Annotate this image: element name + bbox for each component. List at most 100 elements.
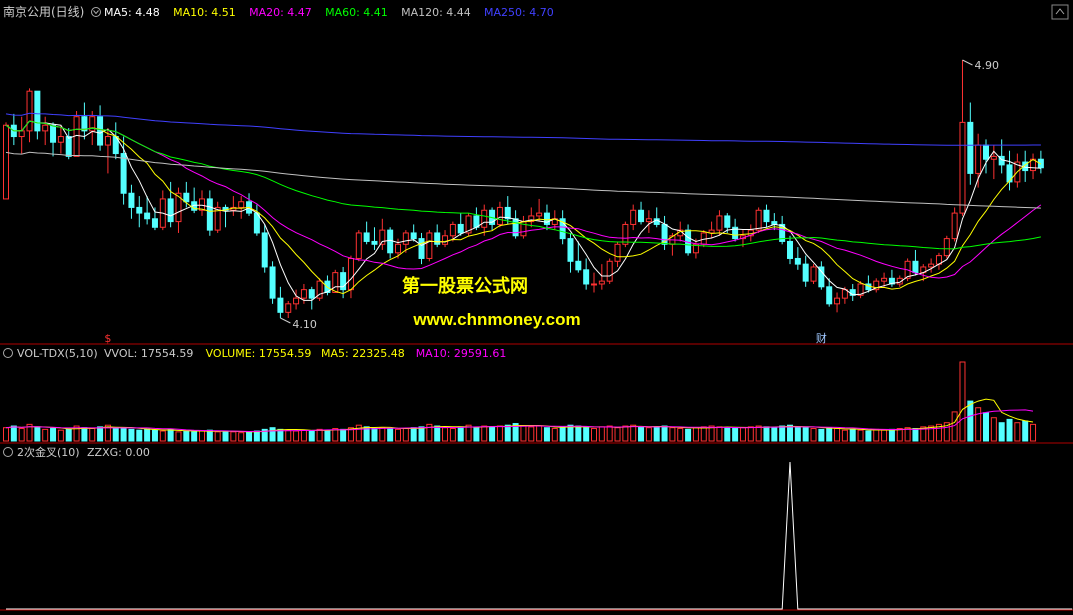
price-panel-title: 南京公用(日线) bbox=[3, 4, 84, 19]
volume-bar bbox=[128, 428, 135, 442]
volume-bar bbox=[669, 427, 676, 442]
volume-bar bbox=[10, 425, 17, 442]
legend-ma20: MA20: 4.47 bbox=[249, 6, 312, 19]
vol-legend-volume: VOLUME: 17554.59 bbox=[206, 347, 312, 360]
volume-bar bbox=[387, 428, 394, 442]
volume-bar bbox=[473, 427, 480, 442]
candle-body bbox=[97, 116, 104, 146]
volume-bar bbox=[199, 430, 205, 442]
volume-bar bbox=[826, 427, 833, 442]
volume-bar bbox=[591, 428, 597, 442]
candle-body bbox=[951, 212, 958, 240]
volume-bar bbox=[630, 424, 637, 442]
volume-bar bbox=[151, 429, 158, 442]
volume-bar bbox=[214, 431, 221, 442]
candle-body bbox=[481, 209, 488, 228]
volume-bar bbox=[873, 428, 880, 442]
volume-bar bbox=[747, 426, 754, 442]
volume-bar bbox=[442, 427, 449, 442]
candle-body bbox=[120, 153, 127, 194]
candle-body bbox=[65, 136, 72, 157]
candle-body bbox=[332, 272, 339, 293]
volume-bar bbox=[379, 427, 386, 442]
volume-bar bbox=[998, 422, 1005, 442]
volume-bar bbox=[120, 428, 127, 442]
candle-body bbox=[395, 243, 401, 254]
volume-bar bbox=[598, 426, 605, 442]
watermark-title: 第一股票公式网 bbox=[402, 275, 528, 297]
candle-body bbox=[975, 144, 982, 174]
volume-bar bbox=[65, 428, 72, 442]
volume-bar bbox=[787, 424, 793, 442]
volume-bar bbox=[700, 426, 707, 442]
volume-bar bbox=[1030, 423, 1037, 442]
candle-body bbox=[881, 277, 888, 282]
volume-bar bbox=[559, 426, 566, 442]
volume-bar bbox=[841, 429, 848, 442]
volume-bar bbox=[410, 427, 417, 442]
volume-bar bbox=[802, 427, 809, 442]
candle-body bbox=[128, 192, 135, 208]
candle-body bbox=[512, 218, 519, 237]
candle bbox=[943, 235, 950, 259]
volume-bar bbox=[794, 426, 801, 442]
candle-body bbox=[167, 198, 174, 223]
volume-bar bbox=[269, 427, 276, 442]
candle bbox=[355, 230, 362, 262]
candle-body bbox=[347, 257, 354, 291]
legend-ma250: MA250: 4.70 bbox=[484, 6, 554, 19]
candle-body bbox=[583, 269, 590, 285]
volume-bar bbox=[739, 427, 746, 442]
candle-body bbox=[418, 238, 425, 259]
volume-bar bbox=[206, 429, 213, 442]
candle-body bbox=[426, 232, 433, 259]
candle-body bbox=[42, 124, 49, 132]
volume-bar bbox=[567, 424, 574, 442]
volume-bar bbox=[34, 426, 41, 442]
volume-bar bbox=[340, 428, 347, 442]
volume-bar bbox=[755, 425, 762, 442]
event-badge[interactable]: $ bbox=[104, 332, 111, 345]
volume-bar bbox=[849, 428, 856, 442]
candle-body bbox=[136, 206, 143, 214]
candle-body bbox=[787, 240, 793, 259]
volume-bar bbox=[191, 431, 198, 442]
vol-legend-ma5: MA5: 22325.48 bbox=[321, 347, 405, 360]
volume-bar bbox=[175, 431, 182, 442]
candle-body bbox=[34, 90, 41, 132]
candle-body bbox=[614, 243, 621, 262]
ind-legend-zzxg: ZZXG: 0.00 bbox=[87, 446, 150, 459]
volume-bar bbox=[543, 427, 550, 442]
volume-bar bbox=[857, 429, 864, 442]
volume-bar bbox=[496, 425, 503, 442]
candle bbox=[622, 221, 629, 248]
volume-bar bbox=[536, 425, 543, 442]
candle bbox=[332, 269, 339, 293]
candle-body bbox=[434, 232, 441, 245]
volume-bar bbox=[308, 430, 315, 442]
volume-bar bbox=[896, 428, 903, 442]
vol-legend-vvol: VVOL: 17554.59 bbox=[104, 347, 193, 360]
candle-body bbox=[206, 198, 213, 231]
volume-bar bbox=[418, 426, 425, 442]
volume-bar bbox=[959, 361, 966, 442]
candle-body bbox=[410, 232, 417, 240]
candle-body bbox=[708, 229, 715, 234]
candle bbox=[606, 258, 613, 284]
candle-body bbox=[269, 266, 276, 299]
candle-body bbox=[763, 209, 770, 223]
volume-bar bbox=[622, 425, 629, 442]
volume-bar bbox=[692, 427, 699, 442]
volume-bar bbox=[42, 428, 49, 442]
candle-body bbox=[567, 238, 574, 262]
candle-body bbox=[598, 280, 605, 285]
volume-bar bbox=[834, 428, 841, 442]
volume-bar bbox=[528, 426, 535, 442]
volume-bar bbox=[881, 429, 888, 442]
volume-bar bbox=[975, 407, 982, 442]
candle-body bbox=[990, 155, 997, 160]
candle-body bbox=[104, 136, 111, 146]
candle-body bbox=[151, 218, 158, 228]
volume-bar bbox=[300, 429, 307, 442]
event-badge[interactable]: 财 bbox=[816, 331, 827, 345]
